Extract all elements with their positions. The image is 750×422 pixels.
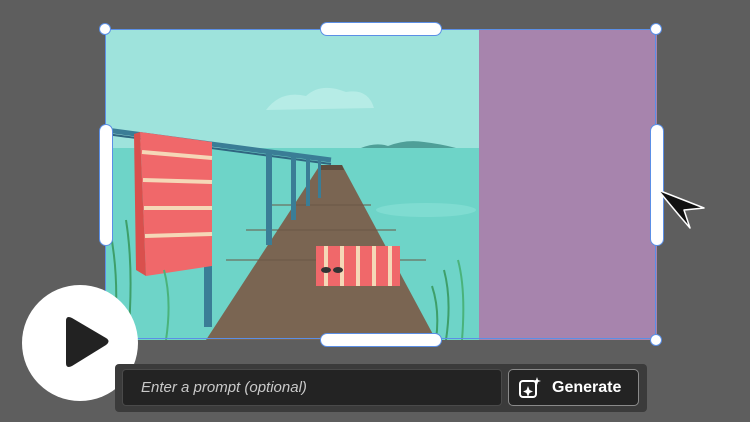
edge-handle-left[interactable] (99, 124, 113, 246)
corner-handle-top-left[interactable] (99, 23, 111, 35)
prompt-bar: Enter a prompt (optional) Generate (115, 364, 647, 412)
scene-image (106, 30, 479, 340)
arrow-cursor-icon (657, 189, 705, 229)
canvas-frame[interactable] (106, 30, 657, 340)
edge-handle-top[interactable] (320, 22, 442, 36)
prompt-input[interactable]: Enter a prompt (optional) (122, 369, 502, 406)
generate-button[interactable]: Generate (508, 369, 639, 406)
corner-handle-bottom-right[interactable] (650, 334, 662, 346)
corner-handle-top-right[interactable] (650, 23, 662, 35)
generative-extend-area (479, 30, 657, 340)
edge-handle-bottom[interactable] (320, 333, 442, 347)
sparkle-image-icon (519, 376, 541, 398)
generate-label: Generate (552, 378, 622, 396)
